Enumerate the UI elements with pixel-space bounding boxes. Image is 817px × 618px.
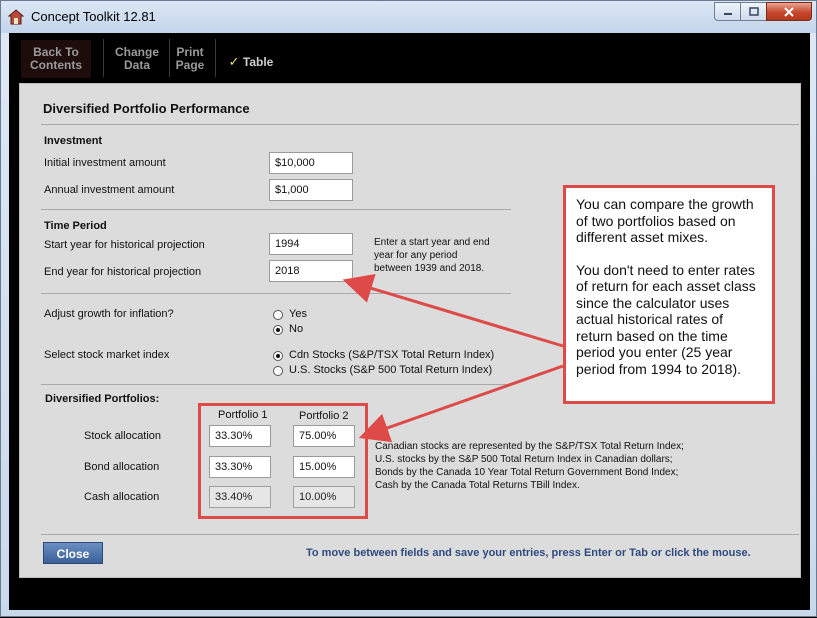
close-button[interactable]: Close [43,542,103,564]
annotation-arrows [342,273,564,443]
arrow-to-end-year [342,273,564,348]
navigation-hint: To move between fields and save your ent… [306,547,751,559]
arrow-to-portfolios [358,364,564,443]
footer-divider [41,534,799,535]
app-window: Concept Toolkit 12.81 Back To Contents C… [0,0,817,617]
